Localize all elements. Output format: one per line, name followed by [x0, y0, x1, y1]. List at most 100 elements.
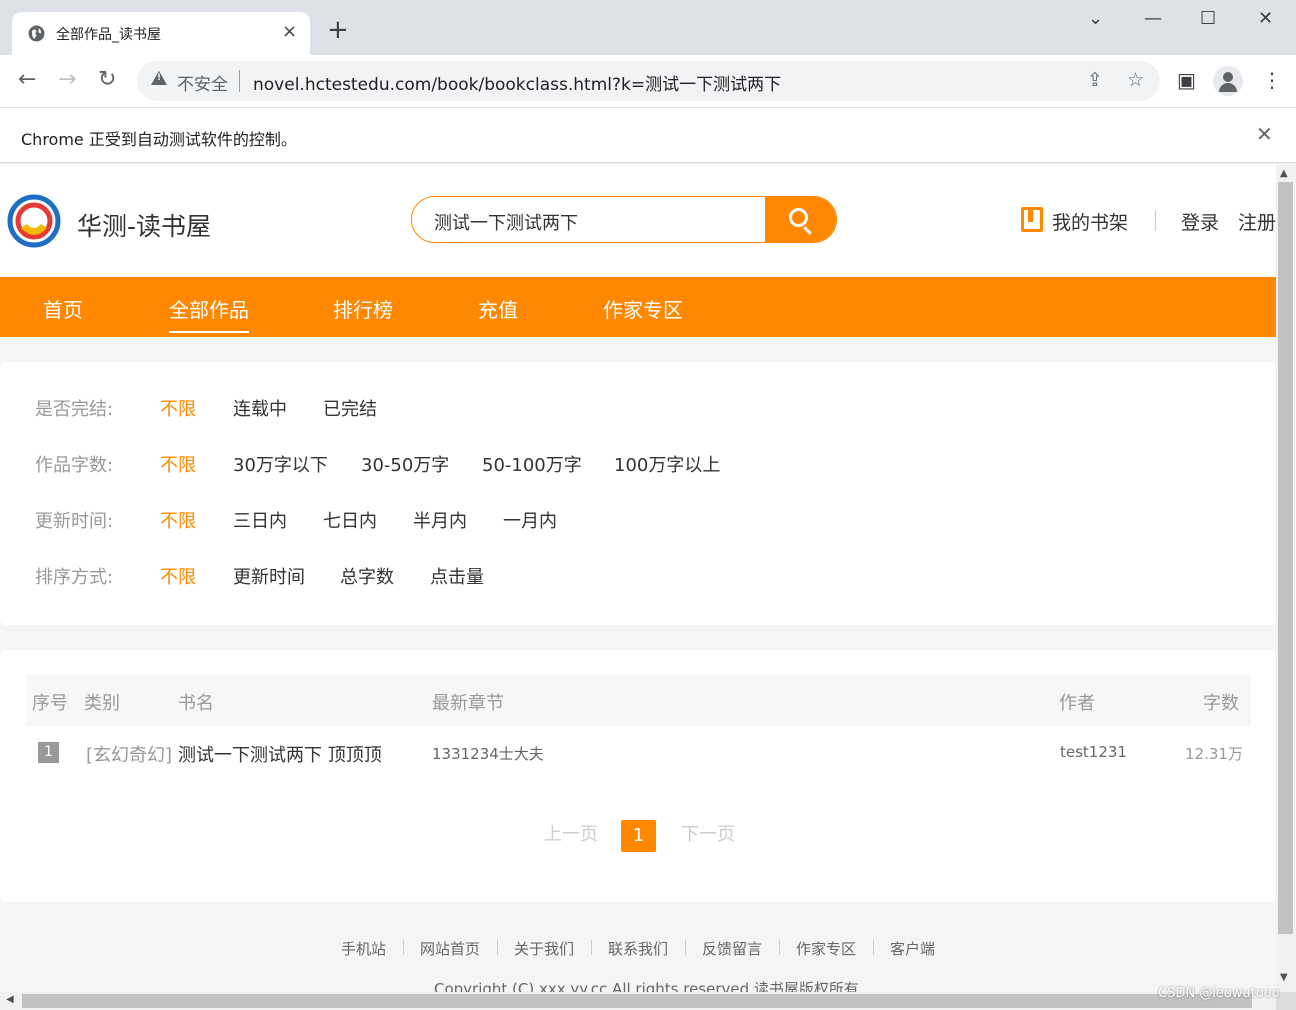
bookshelf-link[interactable]: 我的书架: [1052, 208, 1128, 235]
tab-title: 全部作品_读书屋: [56, 27, 161, 43]
column-header: 类别: [84, 693, 120, 714]
site-footer: 手机站 网站首页 关于我们 联系我们 反馈留言 作家专区 客户端 Copyrig…: [0, 902, 1276, 992]
footer-link[interactable]: 作家专区: [796, 938, 856, 959]
row-category[interactable]: [玄幻奇幻]: [86, 741, 172, 767]
footer-link[interactable]: 客户端: [890, 938, 935, 959]
profile-avatar-icon[interactable]: [1213, 66, 1243, 96]
maximize-icon[interactable]: ☐: [1200, 8, 1216, 29]
filter-label: 作品字数:: [35, 455, 114, 476]
minimize-icon[interactable]: —: [1144, 8, 1162, 29]
filter-option[interactable]: 更新时间: [233, 563, 305, 589]
side-panel-icon[interactable]: ▣: [1177, 68, 1196, 92]
column-header: 书名: [178, 693, 214, 714]
filter-label: 是否完结:: [35, 399, 114, 420]
footer-divider: [591, 940, 592, 955]
next-page-button[interactable]: 下一页: [681, 820, 735, 846]
globe-icon: [28, 25, 45, 42]
row-title[interactable]: 测试一下测试两下 顶顶顶: [178, 741, 382, 767]
address-bar[interactable]: 不安全 novel.hctestedu.com/book/bookclass.h…: [137, 61, 1160, 101]
vertical-scrollbar[interactable]: ▲ ▼: [1276, 164, 1296, 992]
filter-option[interactable]: 不限: [160, 451, 196, 477]
filter-option[interactable]: 50-100万字: [482, 451, 582, 477]
filter-option[interactable]: 100万字以上: [614, 451, 720, 477]
filter-option[interactable]: 七日内: [323, 507, 377, 533]
scroll-left-icon[interactable]: ◀: [6, 994, 14, 1005]
browser-tabstrip: 全部作品_读书屋 × + ⌄ — ☐ ✕: [0, 0, 1296, 55]
watermark: CSDN @leowutooo: [1158, 986, 1280, 1001]
forward-icon[interactable]: →: [58, 67, 76, 93]
automation-infobar: Chrome 正受到自动测试软件的控制。 ✕: [0, 109, 1296, 163]
footer-divider: [779, 940, 780, 955]
row-index: 1: [38, 742, 59, 763]
filter-option[interactable]: 连载中: [233, 395, 287, 421]
scroll-up-icon[interactable]: ▲: [1280, 168, 1288, 179]
omnibox-divider: [239, 70, 240, 92]
warning-icon[interactable]: [151, 71, 167, 85]
reload-icon[interactable]: ↻: [98, 67, 116, 93]
search-button[interactable]: [765, 197, 836, 242]
infobar-message: Chrome 正受到自动测试软件的控制。: [21, 130, 297, 149]
filter-option[interactable]: 半月内: [413, 507, 467, 533]
footer-divider: [497, 940, 498, 955]
table-header: 序号 类别 书名 最新章节 作者 字数: [26, 675, 1251, 726]
tab-search-icon[interactable]: ⌄: [1088, 8, 1103, 29]
footer-link[interactable]: 网站首页: [420, 938, 480, 959]
url-text[interactable]: novel.hctestedu.com/book/bookclass.html?…: [253, 70, 781, 95]
filter-option[interactable]: 点击量: [430, 563, 484, 589]
vertical-scroll-thumb[interactable]: [1278, 182, 1293, 934]
page-viewport: 华测-读书屋 测试一下测试两下 我的书架 登录 注册 首页 全部作品 排行榜 充…: [0, 164, 1276, 992]
nav-author-zone[interactable]: 作家专区: [603, 294, 683, 323]
site-header: 华测-读书屋 测试一下测试两下 我的书架 登录 注册: [0, 164, 1276, 277]
search-icon: [789, 208, 808, 227]
row-latest-chapter[interactable]: 1331234士大夫: [432, 743, 544, 764]
nav-home[interactable]: 首页: [43, 294, 83, 323]
bookmark-star-icon[interactable]: ☆: [1127, 69, 1144, 91]
search-input[interactable]: 测试一下测试两下: [434, 209, 578, 235]
bookshelf-icon[interactable]: [1021, 207, 1043, 232]
filter-option[interactable]: 30万字以下: [233, 451, 328, 477]
footer-divider: [403, 940, 404, 955]
nav-active-indicator: [169, 331, 249, 333]
prev-page-button[interactable]: 上一页: [544, 820, 598, 846]
nav-recharge[interactable]: 充值: [478, 294, 518, 323]
filter-option[interactable]: 不限: [160, 563, 196, 589]
share-icon[interactable]: ⇪: [1087, 69, 1103, 91]
book-list: 序号 类别 书名 最新章节 作者 字数 1 [玄幻奇幻] 测试一下测试两下 顶顶…: [0, 650, 1276, 902]
row-author: test1231: [1060, 743, 1127, 761]
infobar-close-icon[interactable]: ✕: [1256, 122, 1273, 146]
filter-label: 排序方式:: [35, 567, 114, 588]
filter-option[interactable]: 不限: [160, 395, 196, 421]
back-icon[interactable]: ←: [18, 67, 36, 93]
site-logo-icon[interactable]: [7, 194, 61, 248]
new-tab-button[interactable]: +: [327, 17, 349, 43]
login-link[interactable]: 登录: [1181, 208, 1219, 235]
filter-option[interactable]: 三日内: [233, 507, 287, 533]
browser-menu-icon[interactable]: ⋮: [1262, 68, 1282, 92]
register-link[interactable]: 注册: [1238, 208, 1276, 235]
filter-option[interactable]: 已完结: [323, 395, 377, 421]
footer-link[interactable]: 反馈留言: [702, 938, 762, 959]
footer-link[interactable]: 联系我们: [608, 938, 668, 959]
horizontal-scrollbar[interactable]: ◀: [0, 992, 1276, 1010]
filter-option[interactable]: 一月内: [503, 507, 557, 533]
column-header: 序号: [32, 693, 68, 714]
browser-tab-active[interactable]: 全部作品_读书屋 ×: [12, 12, 310, 55]
tab-close-icon[interactable]: ×: [282, 21, 297, 42]
filter-option[interactable]: 总字数: [340, 563, 394, 589]
nav-ranking[interactable]: 排行榜: [333, 294, 393, 323]
window-close-icon[interactable]: ✕: [1258, 8, 1273, 29]
site-name[interactable]: 华测-读书屋: [77, 207, 211, 243]
footer-link[interactable]: 关于我们: [514, 938, 574, 959]
main-nav: 首页 全部作品 排行榜 充值 作家专区: [0, 277, 1276, 337]
filter-option[interactable]: 30-50万字: [361, 451, 449, 477]
scroll-down-icon[interactable]: ▼: [1280, 972, 1288, 983]
column-header: 作者: [1059, 693, 1095, 714]
current-page-button[interactable]: 1: [621, 820, 656, 852]
filter-option[interactable]: 不限: [160, 507, 196, 533]
search-box: 测试一下测试两下: [411, 196, 837, 243]
horizontal-scroll-thumb[interactable]: [22, 994, 1252, 1008]
copyright-text: Copyright (C) xxx.yy.cc All rights reser…: [434, 980, 859, 992]
insecure-label[interactable]: 不安全: [177, 70, 228, 95]
footer-link[interactable]: 手机站: [341, 938, 386, 959]
nav-all-works[interactable]: 全部作品: [169, 294, 249, 323]
